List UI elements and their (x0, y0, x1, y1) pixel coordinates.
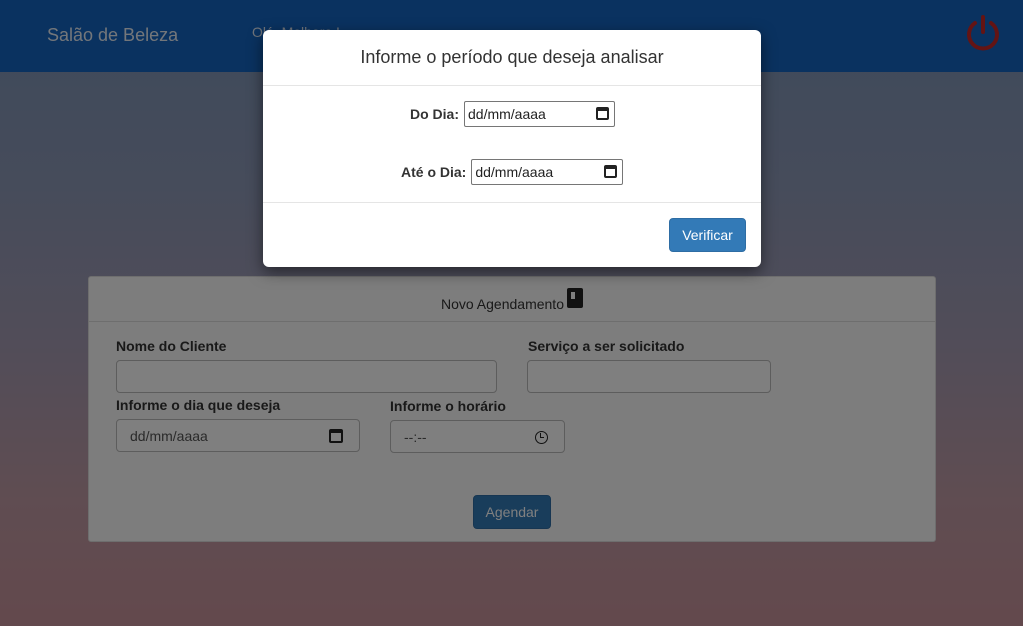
from-date-label: Do Dia: (410, 106, 459, 122)
modal-title: Informe o período que deseja analisar (263, 30, 761, 86)
to-date-placeholder: dd/mm/aaaa (475, 164, 554, 180)
from-date-row: Do Dia: dd/mm/aaaa (410, 101, 615, 127)
modal-footer-divider (263, 202, 761, 203)
from-date-input[interactable]: dd/mm/aaaa (464, 101, 615, 127)
to-date-row: Até o Dia: dd/mm/aaaa (401, 159, 624, 185)
verify-button[interactable]: Verificar (669, 218, 746, 252)
calendar-icon[interactable] (596, 107, 609, 120)
period-modal: Informe o período que deseja analisar Do… (263, 30, 761, 267)
from-date-placeholder: dd/mm/aaaa (468, 106, 546, 122)
to-date-label: Até o Dia: (401, 164, 467, 180)
to-date-input[interactable]: dd/mm/aaaa (471, 159, 624, 185)
calendar-icon[interactable] (604, 165, 618, 178)
